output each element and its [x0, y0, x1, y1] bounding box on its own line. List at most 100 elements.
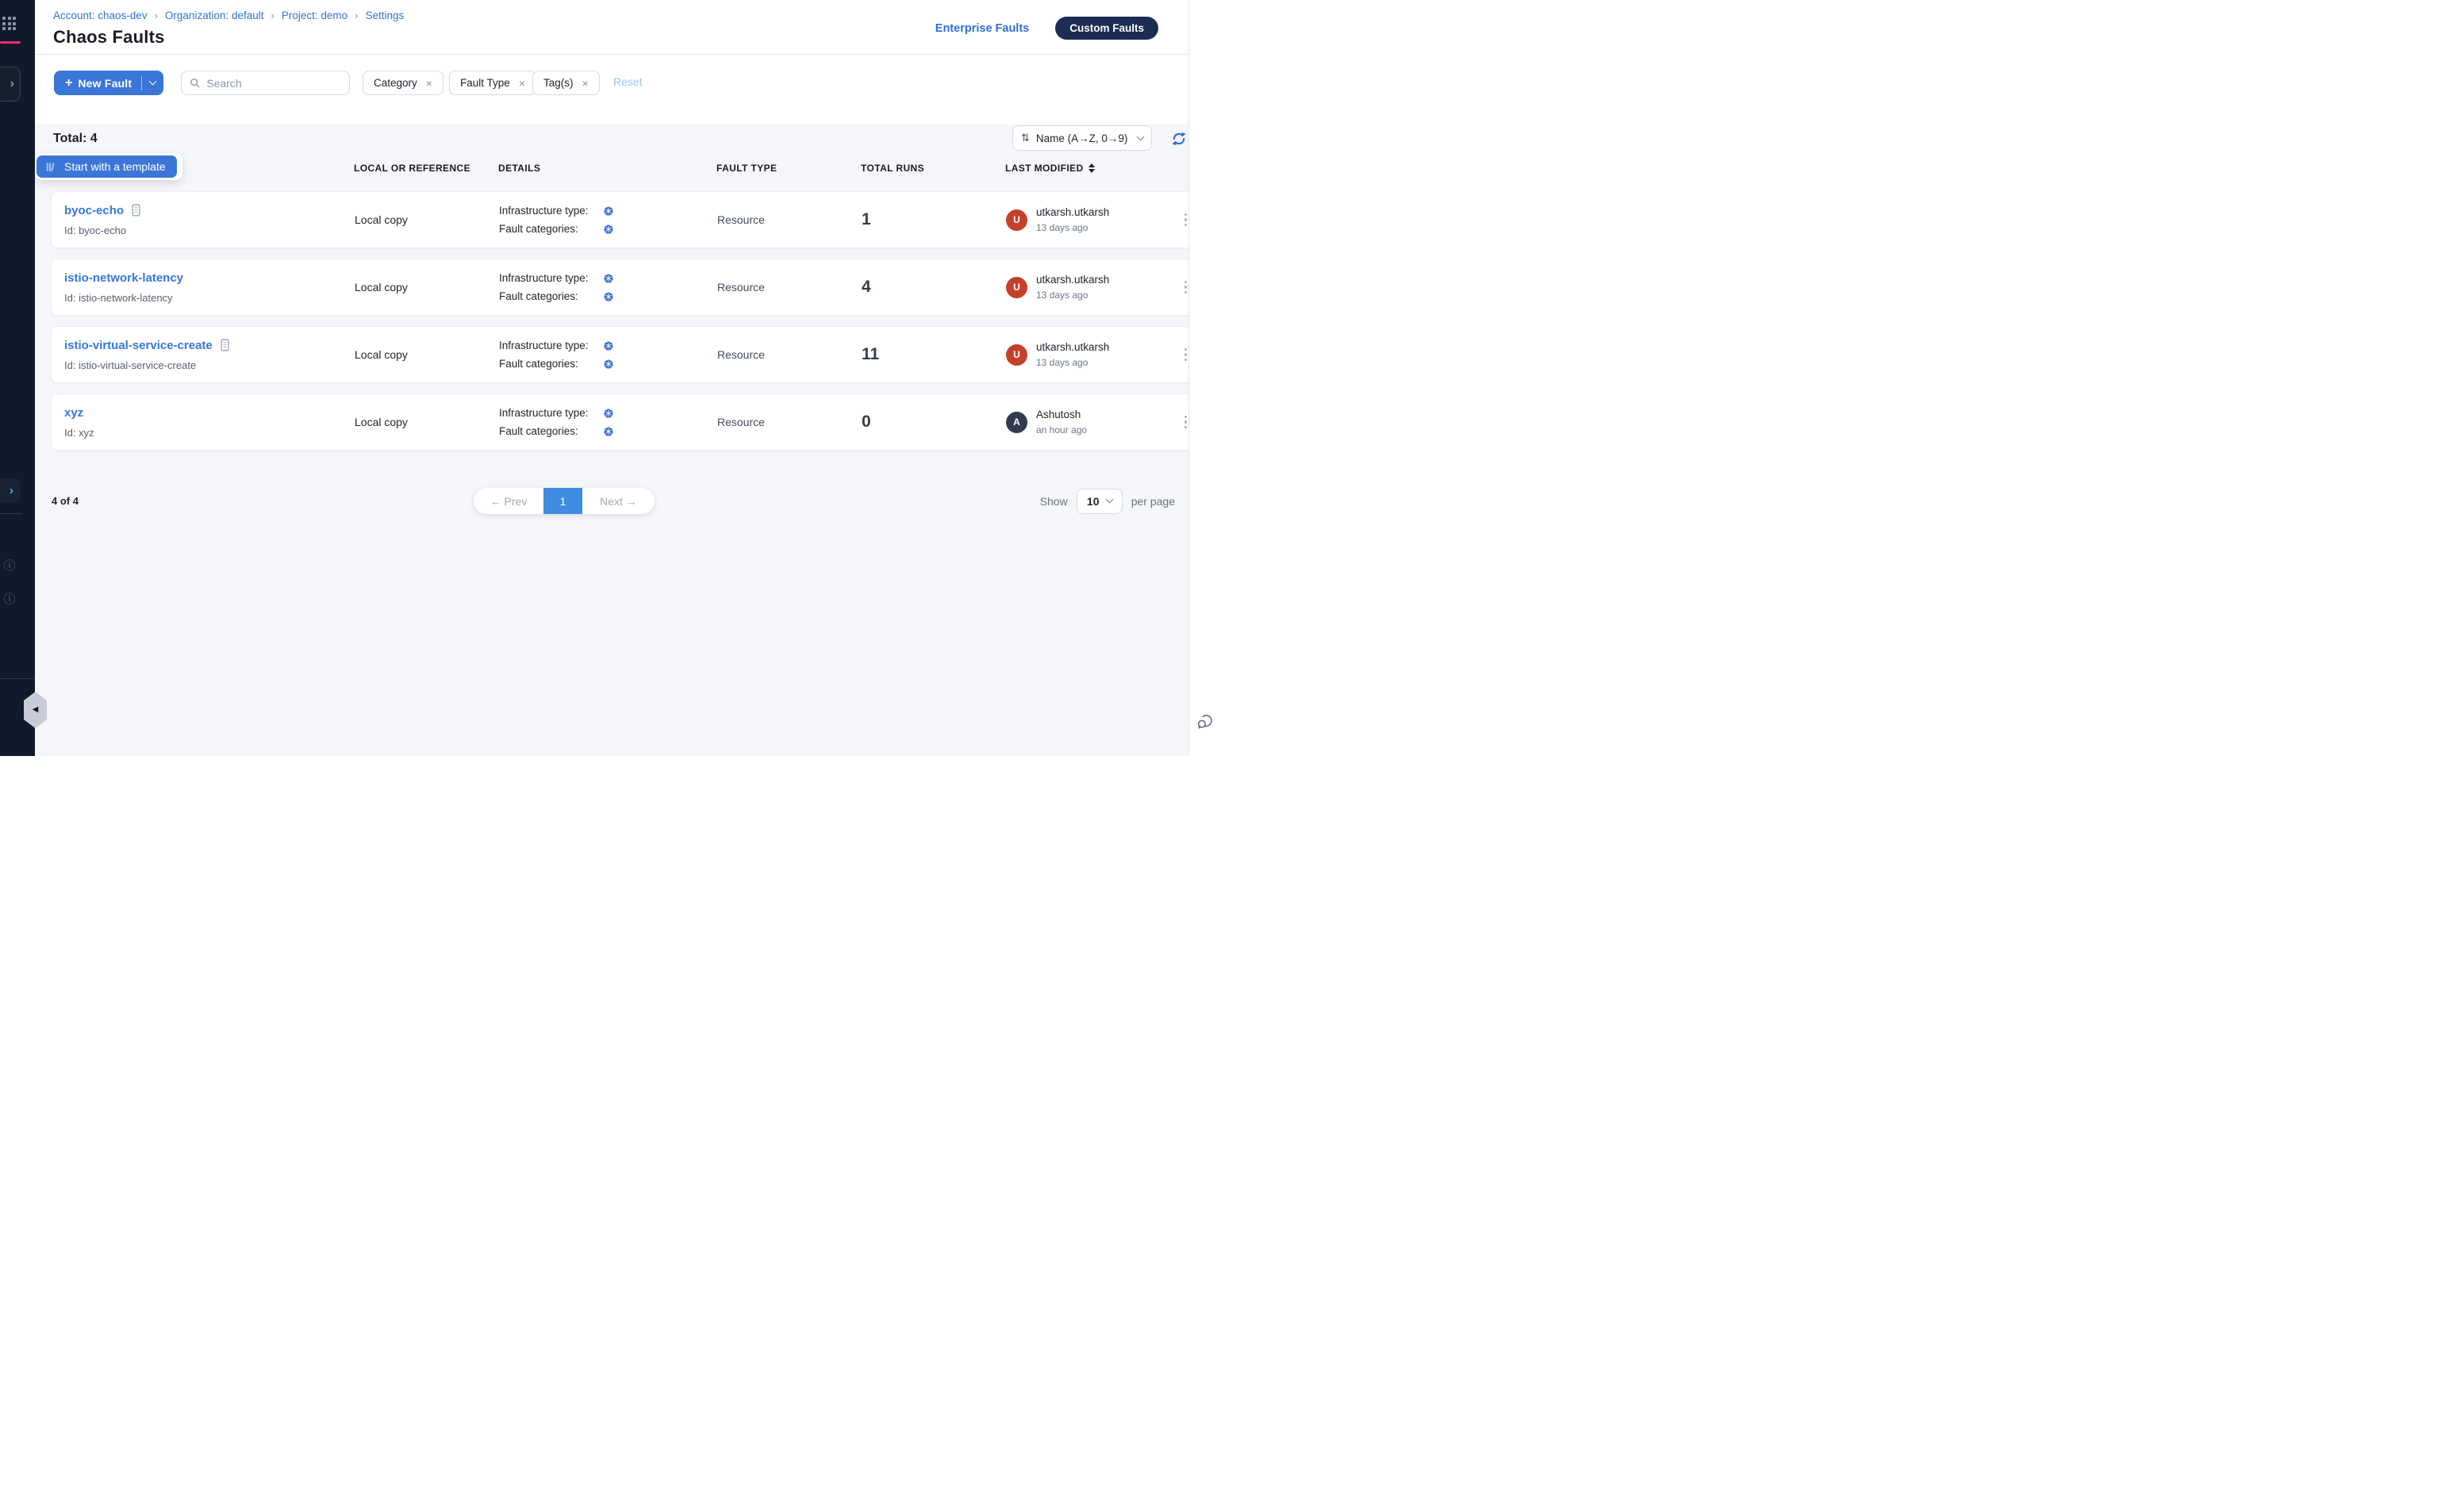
refresh-icon	[1171, 131, 1187, 147]
next-page-button[interactable]: Next →	[582, 488, 655, 514]
infrastructure-type-label: Infrastructure type:	[499, 407, 604, 419]
local-or-reference-cell: Local copy	[355, 281, 499, 294]
sidebar-expand-bottom-button[interactable]: ›	[0, 478, 21, 503]
breadcrumb-separator: ›	[155, 10, 158, 21]
kubernetes-icon	[604, 292, 613, 301]
infrastructure-type-label: Infrastructure type:	[499, 340, 604, 351]
fault-name-cell: byoc-echo Id: byoc-echo	[64, 204, 355, 236]
sort-both-icon	[1089, 163, 1095, 173]
close-icon[interactable]: ×	[426, 77, 432, 90]
custom-faults-button[interactable]: Custom Faults	[1055, 17, 1158, 40]
new-fault-button[interactable]: + New Fault	[54, 71, 163, 95]
fault-id: Id: xyz	[64, 427, 355, 439]
content-area: Total: 4 ⇅ Name (A→Z, 0→9) FAULT NAME LO	[35, 125, 1188, 756]
chevron-down-icon	[1137, 132, 1145, 140]
menu-item-label: Start with a template	[64, 160, 166, 173]
details-cell: Infrastructure type: Fault categories:	[499, 205, 717, 235]
fault-categories-label: Fault categories:	[499, 223, 604, 235]
total-runs-cell: 11	[862, 345, 1006, 364]
total-runs-cell: 1	[862, 210, 1006, 229]
sidebar-divider	[0, 513, 21, 514]
table-header-row: FAULT NAME LOCAL OR REFERENCE DETAILS FA…	[51, 163, 1195, 174]
info-icon[interactable]: ⓘ	[3, 593, 16, 606]
avatar: U	[1006, 209, 1027, 231]
pagination: ← Prev 1 Next →	[474, 488, 655, 514]
fault-id: Id: byoc-echo	[64, 224, 355, 236]
table-row: byoc-echo Id: byoc-echo Local copy Infra…	[51, 191, 1195, 248]
table-row: istio-virtual-service-create Id: istio-v…	[51, 326, 1195, 383]
refresh-button[interactable]	[1171, 131, 1187, 147]
right-edge-strip	[1188, 0, 1221, 756]
fault-name-cell: istio-network-latency Id: istio-network-…	[64, 271, 355, 304]
filter-chip-label: Fault Type	[460, 77, 510, 89]
filter-chip-category[interactable]: Category ×	[363, 71, 443, 95]
breadcrumb-account-link[interactable]: Account: chaos-dev	[53, 10, 148, 21]
column-label: LAST MODIFIED	[1005, 163, 1084, 174]
page-header: Account: chaos-dev › Organization: defau…	[35, 0, 1188, 55]
page-title: Chaos Faults	[53, 27, 165, 48]
sidebar-expand-button[interactable]: ›	[0, 67, 21, 102]
table-row: istio-network-latency Id: istio-network-…	[51, 259, 1195, 316]
chevron-down-icon[interactable]	[149, 78, 157, 86]
breadcrumb-separator: ›	[271, 10, 275, 21]
chevron-down-icon	[1105, 496, 1113, 504]
fault-name-link[interactable]: istio-network-latency	[64, 271, 183, 285]
sort-dropdown[interactable]: ⇅ Name (A→Z, 0→9)	[1012, 125, 1152, 151]
fault-name-link[interactable]: byoc-echo	[64, 204, 124, 217]
breadcrumb-separator: ›	[355, 10, 358, 21]
column-header-last-modified[interactable]: LAST MODIFIED	[1005, 163, 1162, 174]
column-label: DETAILS	[498, 163, 540, 174]
column-label: FAULT TYPE	[716, 163, 777, 174]
last-modified-cell: U utkarsh.utkarsh 13 days ago	[1006, 206, 1163, 233]
total-runs-cell: 4	[862, 278, 1006, 297]
modified-time: an hour ago	[1036, 424, 1087, 436]
enterprise-faults-link[interactable]: Enterprise Faults	[935, 22, 1029, 35]
new-fault-menu: Start with a template	[35, 153, 182, 180]
close-icon[interactable]: ×	[519, 77, 525, 90]
filter-chip-tags[interactable]: Tag(s) ×	[532, 71, 600, 95]
search-icon	[190, 77, 200, 89]
breadcrumb-organization-link[interactable]: Organization: default	[165, 10, 264, 21]
filter-chip-fault-type[interactable]: Fault Type ×	[449, 71, 536, 95]
close-icon[interactable]: ×	[582, 77, 589, 90]
prev-page-button[interactable]: ← Prev	[474, 488, 543, 514]
info-icon[interactable]: ⓘ	[3, 560, 16, 573]
local-or-reference-cell: Local copy	[355, 348, 499, 361]
fault-name-cell: xyz Id: xyz	[64, 406, 355, 439]
fault-categories-label: Fault categories:	[499, 290, 604, 302]
local-or-reference-cell: Local copy	[355, 416, 499, 428]
new-fault-label: New Fault	[78, 77, 132, 90]
breadcrumb-project-link[interactable]: Project: demo	[282, 10, 347, 21]
search-input[interactable]	[206, 77, 341, 90]
show-label: Show	[1040, 495, 1068, 508]
fault-categories-label: Fault categories:	[499, 358, 604, 370]
reset-filters-link[interactable]: Reset	[613, 75, 643, 88]
module-grid-icon[interactable]	[2, 17, 16, 30]
chat-support-icon[interactable]	[1196, 712, 1215, 735]
active-module-accent	[0, 41, 21, 44]
table-row: xyz Id: xyz Local copy Infrastructure ty…	[51, 393, 1195, 451]
page-size-dropdown[interactable]: 10	[1077, 489, 1123, 514]
column-header-fault-type: FAULT TYPE	[716, 163, 861, 174]
details-cell: Infrastructure type: Fault categories:	[499, 340, 717, 370]
fault-id: Id: istio-network-latency	[64, 292, 355, 304]
fault-name-link[interactable]: istio-virtual-service-create	[64, 339, 213, 352]
kubernetes-icon	[604, 224, 613, 234]
page-size-control: Show 10 per page	[1040, 488, 1175, 514]
avatar: A	[1006, 412, 1027, 433]
breadcrumb-settings-link[interactable]: Settings	[366, 10, 405, 21]
details-cell: Infrastructure type: Fault categories:	[499, 407, 717, 437]
current-page-button[interactable]: 1	[543, 488, 582, 514]
infrastructure-type-label: Infrastructure type:	[499, 272, 604, 284]
column-header-total-runs: TOTAL RUNS	[861, 163, 1005, 174]
main-panel: Account: chaos-dev › Organization: defau…	[35, 0, 1188, 756]
manifest-doc-icon	[131, 204, 141, 217]
modified-time: 13 days ago	[1036, 290, 1109, 301]
column-label: TOTAL RUNS	[861, 163, 924, 174]
fault-type-cell: Resource	[717, 416, 862, 428]
page-size-value: 10	[1087, 495, 1100, 508]
column-header-local-or-reference: LOCAL OR REFERENCE	[354, 163, 498, 174]
modified-by-user: utkarsh.utkarsh	[1036, 206, 1109, 218]
fault-name-link[interactable]: xyz	[64, 406, 83, 420]
menu-item-start-with-template[interactable]: Start with a template	[36, 155, 177, 178]
